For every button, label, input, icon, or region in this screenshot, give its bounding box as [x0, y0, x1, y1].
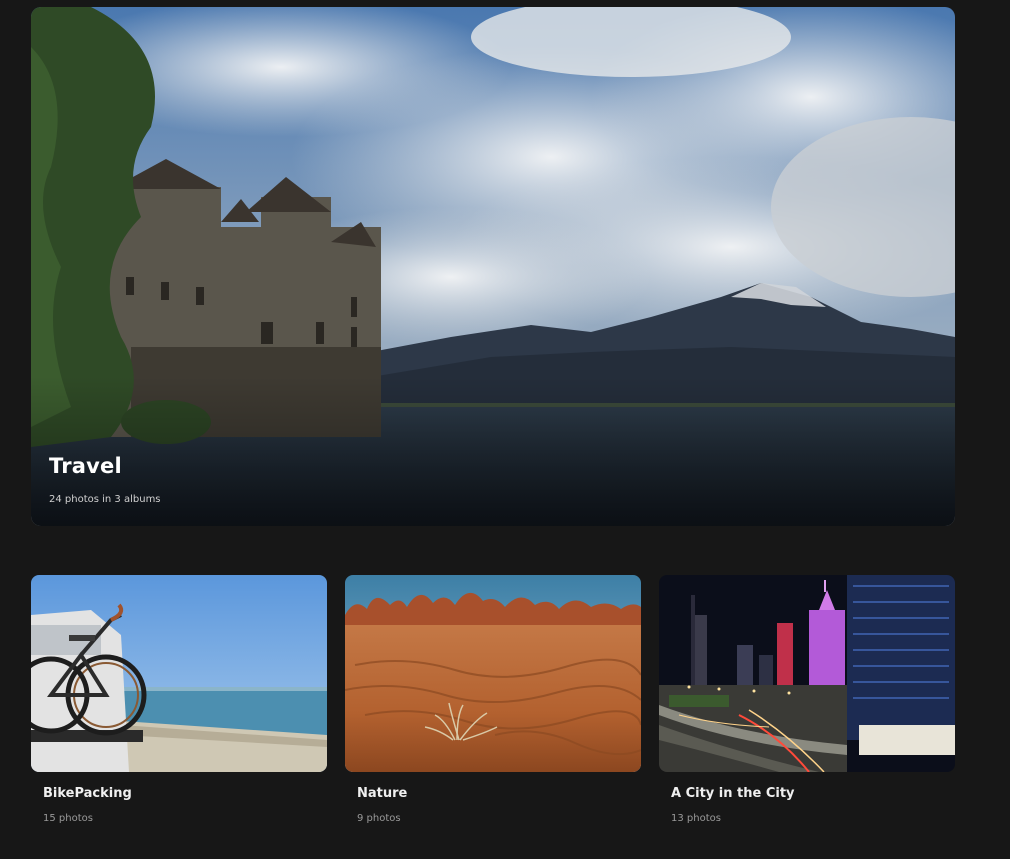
- collection-page: Travel 24 photos in 3 albums BikePacking…: [0, 0, 1010, 859]
- city-cover-image: [659, 575, 955, 772]
- hero-gradient-overlay: [31, 376, 955, 526]
- album-name[interactable]: Nature: [357, 786, 407, 801]
- featured-collection-card[interactable]: Travel 24 photos in 3 albums: [31, 7, 955, 526]
- featured-collection-title: Travel: [49, 454, 122, 478]
- album-card-a-city-in-the-city[interactable]: A City in the City 13 photos: [659, 575, 955, 824]
- nature-cover-image: [345, 575, 641, 772]
- album-name[interactable]: A City in the City: [671, 786, 795, 801]
- album-photo-count: 9 photos: [357, 813, 401, 824]
- album-card-nature[interactable]: Nature 9 photos: [345, 575, 641, 824]
- album-photo-count: 15 photos: [43, 813, 93, 824]
- album-name[interactable]: BikePacking: [43, 786, 132, 801]
- album-card-bikepacking[interactable]: BikePacking 15 photos: [31, 575, 327, 824]
- album-thumbnail[interactable]: [345, 575, 641, 772]
- album-photo-count: 13 photos: [671, 813, 721, 824]
- bikepacking-cover-image: [31, 575, 327, 772]
- album-thumbnail[interactable]: [31, 575, 327, 772]
- album-thumbnail[interactable]: [659, 575, 955, 772]
- featured-collection-subtitle: 24 photos in 3 albums: [49, 494, 161, 505]
